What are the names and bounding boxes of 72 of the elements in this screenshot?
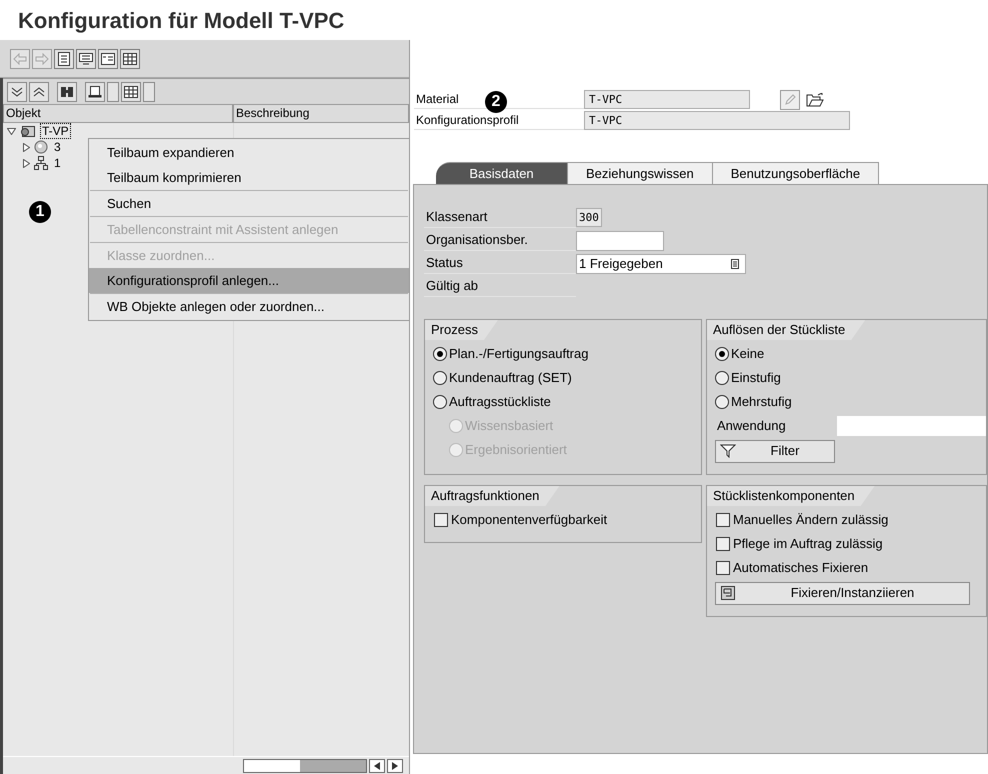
profile-icon	[20, 124, 36, 138]
field-label: Anwendung	[717, 417, 787, 436]
radio-label: Plan.-/Fertigungsauftrag	[449, 345, 588, 364]
input-field[interactable]	[837, 416, 986, 436]
column-header[interactable]: Beschreibung	[233, 104, 409, 123]
filter-button[interactable]: Filter	[715, 440, 835, 462]
expanded-icon[interactable]	[7, 128, 16, 134]
tab[interactable]: Beziehungswissen	[568, 162, 713, 184]
collapsed-icon[interactable]	[23, 142, 30, 152]
pencil-icon[interactable]	[780, 90, 800, 110]
field-value: 300	[576, 208, 602, 227]
dropdown-value: 1 Freigegeben	[579, 254, 663, 273]
callout-marker: 2	[485, 91, 507, 113]
ball-icon	[34, 140, 48, 154]
table-icon[interactable]	[121, 82, 141, 102]
checkbox-label: Automatisches Fixieren	[733, 559, 868, 578]
checkbox[interactable]	[716, 561, 730, 575]
fix-icon	[720, 586, 736, 600]
menu-item[interactable]: Teilbaum komprimieren	[89, 165, 409, 190]
form-icon[interactable]	[98, 48, 118, 68]
tab[interactable]: Benutzungsoberfläche	[712, 162, 880, 184]
radio-button[interactable]	[433, 347, 447, 361]
group-title: Auflösen der Stückliste	[707, 320, 866, 340]
action-button[interactable]: Fixieren/Instanziieren	[715, 582, 970, 604]
radio-label: Keine	[731, 345, 764, 364]
radio-label: Kundenauftrag (SET)	[449, 369, 572, 388]
grid-icon[interactable]	[120, 48, 140, 68]
group-title: Auftragsfunktionen	[425, 486, 560, 506]
radio-button[interactable]	[433, 371, 447, 385]
menu-item[interactable]: Teilbaum expandieren	[89, 140, 409, 165]
radio-button[interactable]	[715, 347, 729, 361]
group-title: Stücklistenkomponenten	[707, 486, 875, 506]
checkbox-label: Komponentenverfügbarkeit	[451, 511, 608, 530]
column-header[interactable]: Objekt	[3, 104, 233, 123]
menu-item[interactable]: Konfigurationsprofil anlegen...	[89, 268, 409, 293]
tree-item[interactable]: T-VP	[40, 123, 71, 139]
checkbox-label: Pflege im Auftrag zulässig	[733, 535, 883, 554]
field-value: T-VPC	[584, 111, 850, 130]
radio-label: Einstufig	[731, 369, 781, 388]
hierarchy-icon	[34, 156, 48, 170]
radio-button[interactable]	[433, 395, 447, 409]
scroll-left-icon[interactable]	[369, 758, 385, 772]
status-dropdown[interactable]: 1 Freigegeben	[576, 254, 746, 274]
radio-button[interactable]	[715, 395, 729, 409]
collapse-icon[interactable]	[29, 82, 49, 102]
checkbox-label: Manuelles Ändern zulässig	[733, 511, 888, 530]
screen-icon[interactable]	[76, 48, 96, 68]
checkbox[interactable]	[716, 513, 730, 527]
print-icon[interactable]	[85, 82, 105, 102]
scroll-right-icon[interactable]	[387, 758, 403, 772]
window-title: Konfiguration für Modell T-VPC	[18, 6, 344, 35]
tree-item[interactable]: 1	[52, 155, 63, 171]
binoculars-icon[interactable]	[57, 82, 77, 102]
radio-label: Auftragsstückliste	[449, 393, 551, 412]
menu-item[interactable]: WB Objekte anlegen oder zuordnen...	[89, 294, 409, 319]
field-value: T-VPC	[584, 90, 750, 109]
collapsed-icon[interactable]	[23, 158, 30, 168]
checkbox[interactable]	[434, 513, 448, 527]
filter-icon	[720, 444, 736, 458]
tree-item[interactable]: 3	[52, 139, 63, 155]
tab[interactable]: Basisdaten	[436, 162, 568, 184]
radio-label: Mehrstufig	[731, 393, 792, 412]
group-title: Prozess	[425, 320, 498, 340]
checkbox[interactable]	[716, 537, 730, 551]
folder-icon[interactable]	[806, 92, 824, 106]
input-field[interactable]	[576, 230, 664, 250]
list-icon[interactable]	[54, 48, 74, 68]
scrollbar[interactable]	[243, 758, 367, 772]
field-label: Gültig ab	[424, 276, 576, 297]
menu-item[interactable]: Suchen	[89, 191, 409, 216]
radio-button[interactable]	[715, 371, 729, 385]
expand-icon[interactable]	[7, 82, 27, 102]
